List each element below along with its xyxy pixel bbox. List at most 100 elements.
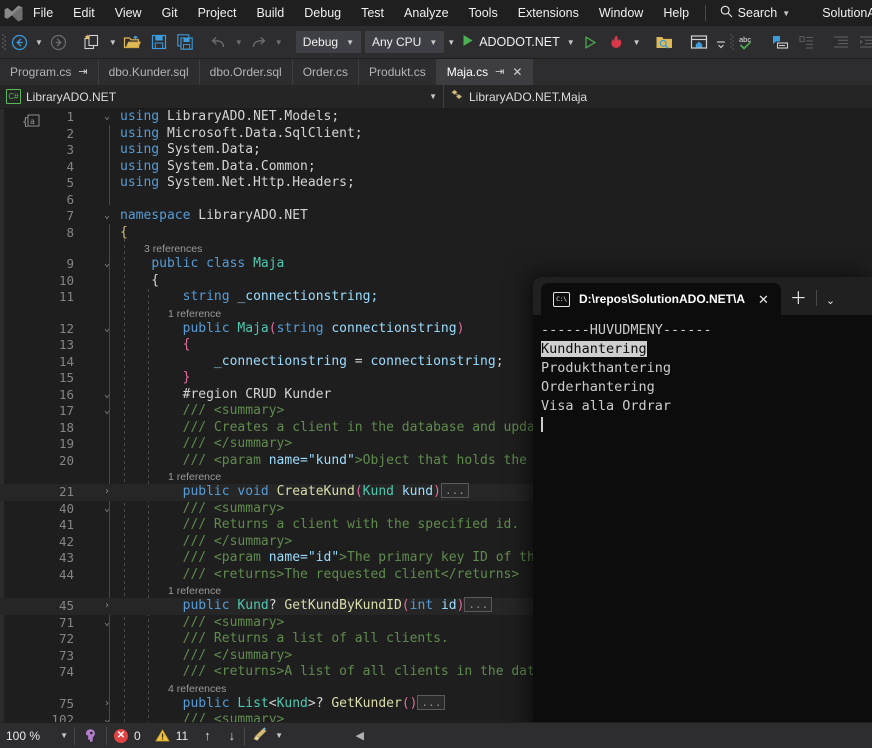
navigate-back-dropdown[interactable]: ▼ — [32, 38, 46, 47]
code-line[interactable]: 2 using Microsoft.Data.SqlClient; — [0, 126, 872, 143]
save-icon[interactable] — [146, 30, 172, 54]
code-cleanup-button[interactable]: ▼ — [245, 724, 290, 748]
document-tab-maja-cs[interactable]: Maja.cs ⇥ ✕ — [436, 59, 534, 85]
collapse-left-icon[interactable]: ◀ — [348, 729, 372, 742]
menu-item-debug[interactable]: Debug — [294, 1, 351, 25]
terminal-window[interactable]: C:\ D:\repos\SolutionADO.NET\A ✕ ＋ ⌄ ---… — [533, 277, 872, 748]
navigate-forward-icon[interactable] — [46, 30, 72, 54]
arrow-up-icon[interactable]: ↑ — [195, 728, 220, 743]
start-debugging-button[interactable]: ADODOT.NET — [458, 30, 564, 54]
new-project-icon[interactable] — [80, 30, 106, 54]
code-text: using System.Data.Common; — [120, 158, 316, 174]
document-tab-program-cs[interactable]: Program.cs ⇥ — [0, 59, 99, 85]
document-tab-produkt-cs[interactable]: Produkt.cs — [359, 59, 437, 85]
fold-toggle-icon[interactable]: ⌄ — [100, 501, 114, 518]
menu-item-tools[interactable]: Tools — [459, 1, 508, 25]
chevron-down-icon: ▼ — [429, 92, 437, 101]
project-selector[interactable]: C# LibraryADO.NET ▼ — [0, 85, 444, 108]
decrease-indent-icon[interactable] — [828, 30, 854, 54]
menu-item-git[interactable]: Git — [152, 1, 188, 25]
undo-icon[interactable] — [206, 30, 232, 54]
code-text: /// <summary> — [182, 712, 285, 722]
comment-selection-icon[interactable] — [768, 30, 794, 54]
accessibility-icon[interactable] — [75, 724, 106, 748]
menu-item-test[interactable]: Test — [351, 1, 394, 25]
platform-extra-dropdown[interactable]: ▼ — [444, 38, 458, 47]
solution-platform-combo[interactable]: Any CPU ▼ — [364, 31, 445, 53]
spell-check-abc-icon[interactable]: abc — [734, 30, 760, 54]
codelens-reference[interactable]: 3 references — [0, 241, 872, 256]
chevron-down-icon[interactable]: ⌄ — [817, 294, 844, 307]
redo-icon[interactable] — [246, 30, 272, 54]
zoom-level-value: 100 % — [6, 728, 41, 743]
fold-toggle-icon[interactable]: ⌄ — [100, 321, 114, 338]
menu-item-extensions[interactable]: Extensions — [508, 1, 589, 25]
code-line[interactable]: 8{ — [0, 225, 872, 242]
pin-tab-icon[interactable]: ⇥ — [78, 66, 87, 78]
code-line[interactable]: 6 — [0, 192, 872, 209]
undo-dropdown[interactable]: ▼ — [232, 38, 246, 47]
hot-reload-dropdown[interactable]: ▼ — [630, 38, 644, 47]
document-tab-order-cs[interactable]: Order.cs — [292, 59, 360, 85]
plus-icon[interactable]: ＋ — [781, 290, 816, 307]
fold-toggle-icon[interactable]: › — [100, 598, 114, 615]
fold-toggle-icon[interactable]: ⌄ — [100, 109, 114, 126]
menu-item-project[interactable]: Project — [188, 1, 247, 25]
hot-reload-flame-icon[interactable] — [604, 30, 630, 54]
fold-toggle-icon[interactable]: ⌄ — [100, 208, 114, 225]
arrow-down-icon[interactable]: ↓ — [220, 728, 245, 743]
solution-explorer-icon[interactable] — [686, 30, 712, 54]
solution-explorer-more-icon[interactable] — [712, 30, 730, 54]
type-selector[interactable]: LibraryADO.NET.Maja — [444, 85, 593, 108]
fold-toggle-icon[interactable]: ⌄ — [100, 256, 114, 273]
uncomment-selection-icon[interactable] — [794, 30, 820, 54]
tab-label: dbo.Order.sql — [209, 65, 282, 79]
increase-indent-icon[interactable] — [854, 30, 872, 54]
line-number: 15 — [58, 370, 74, 385]
line-number: 45 — [58, 598, 74, 613]
terminal-output[interactable]: ------HUVUDMENY------ Kundhantering Produk… — [533, 315, 872, 748]
code-line[interactable]: 9 ⌄ public class Maja — [0, 256, 872, 273]
start-dropdown[interactable]: ▼ — [564, 38, 578, 47]
code-line[interactable]: 7 ⌄ namespace LibraryADO.NET — [0, 208, 872, 225]
find-in-files-icon[interactable] — [652, 30, 678, 54]
search-button[interactable]: Search ▼ — [712, 2, 799, 24]
fold-toggle-icon[interactable]: ⌄ — [100, 615, 114, 632]
menu-item-analyze[interactable]: Analyze — [394, 1, 458, 25]
menu-item-view[interactable]: View — [105, 1, 152, 25]
terminal-tab[interactable]: C:\ D:\repos\SolutionADO.NET\A ✕ — [541, 283, 781, 315]
pin-tab-icon[interactable]: ⇥ — [495, 66, 504, 78]
fold-toggle-icon[interactable]: ⌄ — [100, 712, 114, 722]
redo-dropdown[interactable]: ▼ — [272, 38, 286, 47]
collapsed-block-icon[interactable]: ... — [464, 597, 493, 612]
document-tab-dbo-order-sql[interactable]: dbo.Order.sql — [199, 59, 293, 85]
error-count-item[interactable]: ✕ 0 — [107, 724, 148, 748]
fold-toggle-icon[interactable]: › — [100, 484, 114, 501]
fold-toggle-icon[interactable]: ⌄ — [100, 403, 114, 420]
close-icon[interactable]: ✕ — [754, 293, 773, 306]
menu-item-build[interactable]: Build — [246, 1, 294, 25]
new-project-dropdown[interactable]: ▼ — [106, 38, 120, 47]
menu-item-window[interactable]: Window — [589, 1, 653, 25]
solution-configuration-combo[interactable]: Debug ▼ — [295, 31, 361, 53]
collapsed-block-icon[interactable]: ... — [417, 694, 446, 710]
code-line[interactable]: 3 using System.Data; — [0, 142, 872, 159]
close-tab-icon[interactable]: ✕ — [511, 66, 523, 78]
document-tab-dbo-kunder-sql[interactable]: dbo.Kunder.sql — [98, 59, 200, 85]
menu-item-edit[interactable]: Edit — [63, 1, 105, 25]
menu-item-file[interactable]: File — [23, 1, 63, 25]
zoom-level-combo[interactable]: 100 % ▼ — [0, 724, 74, 748]
play-outline-icon[interactable] — [578, 30, 604, 54]
save-all-icon[interactable] — [172, 30, 198, 54]
fold-toggle-icon[interactable]: ⌄ — [100, 387, 114, 404]
code-line[interactable]: 5 using System.Net.Http.Headers; — [0, 175, 872, 192]
toolbar-grip-2[interactable] — [729, 32, 734, 52]
code-line[interactable]: 4 using System.Data.Common; — [0, 159, 872, 176]
navigate-back-icon[interactable] — [6, 30, 32, 54]
code-line[interactable]: 1 ⌄ using LibraryADO.NET.Models; — [0, 109, 872, 126]
menu-item-help[interactable]: Help — [653, 1, 699, 25]
warning-count-item[interactable]: 11 — [148, 724, 195, 748]
fold-toggle-icon[interactable]: › — [100, 696, 114, 713]
open-file-icon[interactable] — [120, 30, 146, 54]
collapsed-block-icon[interactable]: ... — [440, 483, 469, 498]
